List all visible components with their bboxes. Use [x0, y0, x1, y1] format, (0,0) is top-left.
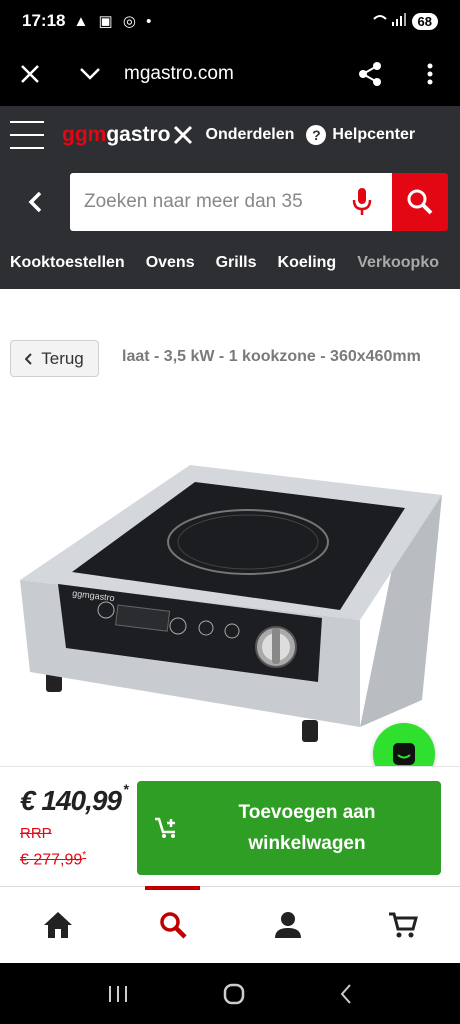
- help-center-link[interactable]: ? Helpcenter: [306, 125, 415, 145]
- price-value: € 140,99: [20, 785, 122, 816]
- nav-home[interactable]: [0, 887, 115, 963]
- status-right: 68: [372, 12, 438, 30]
- back-label: Terug: [41, 348, 84, 368]
- minimize-button[interactable]: [60, 67, 120, 81]
- category-kooktoestellen[interactable]: Kooktoestellen: [10, 254, 125, 272]
- price-asterisk: *: [123, 780, 129, 797]
- notification-icons: ▲ ▣ ◎ •: [73, 13, 155, 30]
- status-time: 17:18: [22, 11, 66, 30]
- system-nav-bar: [0, 963, 460, 1024]
- category-nav: Kooktoestellen Ovens Grills Koeling Verk…: [0, 240, 460, 286]
- add-to-cart-button[interactable]: Toevoegen aan winkelwagen: [137, 781, 441, 875]
- rrp-asterisk: *: [82, 850, 87, 861]
- help-center-label: Helpcenter: [332, 126, 416, 143]
- back-chevron-button[interactable]: [0, 191, 70, 213]
- nav-account[interactable]: [230, 887, 345, 963]
- add-to-cart-label: Toevoegen aan winkelwagen: [238, 802, 376, 854]
- browser-toolbar: mgastro.com: [0, 42, 460, 106]
- back-system-icon[interactable]: [339, 983, 353, 1005]
- url-field[interactable]: mgastro.com: [124, 63, 340, 85]
- bottom-nav: [0, 886, 460, 963]
- category-koeling[interactable]: Koeling: [278, 254, 337, 272]
- share-button[interactable]: [340, 61, 400, 87]
- close-tab-button[interactable]: [0, 64, 60, 84]
- product-image: ggmgastro: [20, 465, 442, 742]
- more-options-button[interactable]: [400, 63, 460, 85]
- search-input[interactable]: [84, 191, 342, 213]
- home-icon: [43, 912, 72, 938]
- parts-link[interactable]: Onderdelen: [206, 126, 295, 144]
- chevron-down-icon: [80, 68, 100, 80]
- chat-icon: [393, 743, 415, 765]
- home-system-icon[interactable]: [222, 982, 246, 1006]
- recent-apps-icon[interactable]: [107, 984, 129, 1004]
- microphone-icon: [352, 188, 372, 215]
- more-vertical-icon: [427, 63, 433, 85]
- rrp-value: € 277,99: [20, 851, 83, 869]
- search-icon: [407, 189, 433, 215]
- category-grills[interactable]: Grills: [216, 254, 257, 272]
- search-row: [0, 164, 460, 240]
- header-top-row: ggm gastro Onderdelen ? Helpcenter: [0, 106, 460, 164]
- product-price: € 140,99 *: [20, 781, 129, 817]
- rrp-label: RRP: [20, 825, 52, 842]
- nav-search[interactable]: [115, 886, 230, 963]
- voice-search-button[interactable]: [342, 187, 382, 217]
- price-bar: € 140,99 * RRP € 277,99* Toevoegen aan wi…: [0, 766, 460, 886]
- logo-utensils-icon: [173, 125, 192, 145]
- logo-prefix: ggm: [62, 123, 107, 146]
- site-logo[interactable]: ggm gastro: [62, 123, 194, 147]
- cart-icon: [388, 912, 418, 938]
- nav-cart[interactable]: [345, 887, 460, 963]
- battery-indicator: 68: [411, 12, 438, 30]
- add-cart-icon: [137, 816, 197, 840]
- close-icon: [21, 65, 39, 83]
- share-icon: [359, 62, 381, 86]
- site-header: ggmgastro Onderdelen ? Helpcenter Kookto…: [0, 106, 460, 289]
- category-ovens[interactable]: Ovens: [146, 254, 195, 272]
- account-icon: [274, 912, 301, 938]
- rrp-price: € 277,99*: [20, 850, 86, 869]
- help-icon: ?: [306, 125, 327, 145]
- search-submit-button[interactable]: [392, 173, 448, 231]
- chevron-left-icon: [25, 352, 32, 365]
- logo-suffix: gastro: [106, 123, 171, 146]
- search-icon: [159, 912, 187, 939]
- chevron-left-icon: [28, 191, 42, 213]
- wifi-signal-icon: [372, 12, 406, 30]
- back-button[interactable]: Terug: [10, 340, 99, 377]
- product-title: laat - 3,5 kW - 1 kookzone - 360x460mm: [122, 348, 421, 365]
- category-verkoop[interactable]: Verkoopko: [357, 254, 439, 272]
- status-bar: 17:18 ▲ ▣ ◎ • 68: [0, 0, 460, 42]
- menu-icon[interactable]: [10, 121, 44, 149]
- search-box[interactable]: [70, 173, 392, 231]
